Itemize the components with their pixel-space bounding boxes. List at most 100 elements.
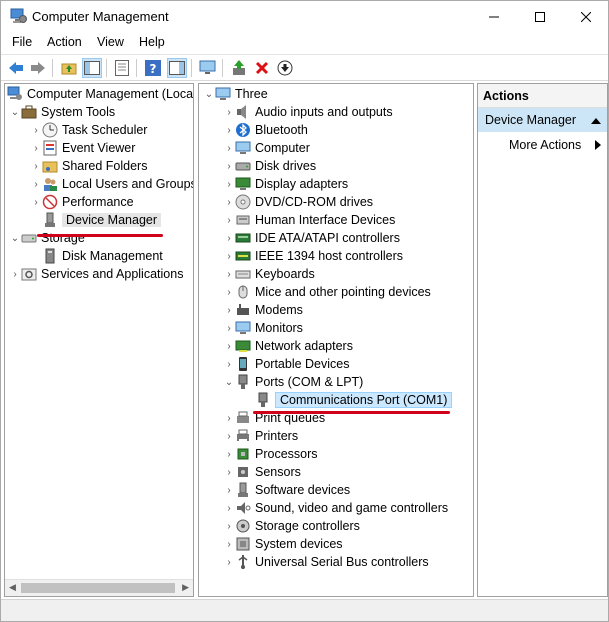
chevron-right-icon[interactable]: › (30, 139, 42, 157)
chevron-right-icon[interactable]: › (223, 265, 235, 283)
horizontal-scrollbar[interactable]: ◀ ▶ (5, 579, 193, 596)
forward-button[interactable] (28, 58, 48, 78)
tree-item-storage[interactable]: ⌄ Storage (9, 229, 85, 247)
tree-item-event-viewer[interactable]: › Event Viewer (30, 139, 135, 157)
show-hide-action-pane-button[interactable] (167, 58, 187, 78)
chevron-right-icon[interactable]: › (223, 499, 235, 517)
menu-help[interactable]: Help (139, 35, 165, 49)
chevron-right-icon[interactable]: › (9, 265, 21, 283)
device-category-17[interactable]: › Printers (223, 427, 298, 445)
update-driver-button[interactable] (229, 58, 249, 78)
chevron-right-icon[interactable]: › (223, 463, 235, 481)
chevron-right-icon[interactable]: › (223, 247, 235, 265)
chevron-right-icon[interactable]: › (223, 427, 235, 445)
chevron-right-icon[interactable]: › (223, 193, 235, 211)
actions-section-device-manager[interactable]: Device Manager (478, 108, 607, 132)
console-tree-panel: Computer Management (Local ⌄ System Tool… (4, 83, 194, 597)
properties-button[interactable] (112, 58, 132, 78)
device-category-2[interactable]: › Computer (223, 139, 310, 157)
device-category-10[interactable]: › Mice and other pointing devices (223, 283, 430, 301)
chevron-right-icon[interactable]: › (30, 193, 42, 211)
device-category-14[interactable]: › Portable Devices (223, 355, 350, 373)
scan-hardware-button[interactable] (198, 58, 218, 78)
disable-device-button[interactable] (275, 58, 295, 78)
device-category-8[interactable]: › IEEE 1394 host controllers (223, 247, 403, 265)
device-category-9[interactable]: › Keyboards (223, 265, 314, 283)
tree-item-services[interactable]: › Services and Applications (9, 265, 183, 283)
tree-item-shared-folders[interactable]: › Shared Folders (30, 157, 147, 175)
chevron-right-icon[interactable]: › (223, 409, 235, 427)
chevron-right-icon[interactable]: › (223, 139, 235, 157)
chevron-right-icon[interactable]: › (223, 103, 235, 121)
device-tree-root[interactable]: ⌄ Three (203, 85, 268, 103)
device-category-18[interactable]: › Processors (223, 445, 317, 463)
tree-label: Performance (62, 195, 134, 209)
device-category-23[interactable]: › System devices (223, 535, 342, 553)
scroll-right-icon[interactable]: ▶ (182, 582, 189, 593)
chevron-right-icon[interactable]: › (223, 229, 235, 247)
device-category-12[interactable]: › Monitors (223, 319, 303, 337)
device-category-19[interactable]: › Sensors (223, 463, 301, 481)
chevron-right-icon[interactable]: › (223, 157, 235, 175)
device-category-15[interactable]: ⌄ Ports (COM & LPT) (223, 373, 363, 391)
chevron-right-icon[interactable]: › (223, 481, 235, 499)
device-category-21[interactable]: › Sound, video and game controllers (223, 499, 448, 517)
tree-item-system-tools[interactable]: ⌄ System Tools (9, 103, 115, 121)
device-category-7[interactable]: › IDE ATA/ATAPI controllers (223, 229, 400, 247)
scroll-left-icon[interactable]: ◀ (9, 582, 16, 593)
chevron-right-icon[interactable]: › (223, 283, 235, 301)
chevron-right-icon[interactable]: › (223, 301, 235, 319)
chevron-right-icon[interactable]: › (223, 517, 235, 535)
chevron-right-icon[interactable]: › (30, 121, 42, 139)
chevron-right-icon[interactable]: › (223, 337, 235, 355)
chevron-right-icon[interactable]: › (223, 445, 235, 463)
device-category-1[interactable]: › Bluetooth (223, 121, 308, 139)
device-category-5[interactable]: › DVD/CD-ROM drives (223, 193, 373, 211)
chevron-right-icon[interactable]: › (223, 175, 235, 193)
tree-label: Portable Devices (255, 357, 350, 371)
chevron-down-icon[interactable]: ⌄ (9, 103, 21, 121)
chevron-right-icon[interactable]: › (223, 355, 235, 373)
chevron-right-icon[interactable]: › (223, 211, 235, 229)
chevron-right-icon[interactable]: › (30, 175, 42, 193)
device-com1-port[interactable]: Communications Port (COM1) (255, 391, 453, 409)
show-hide-console-tree-button[interactable] (82, 58, 102, 78)
scrollbar-thumb[interactable] (21, 583, 175, 593)
chevron-right-icon[interactable]: › (223, 121, 235, 139)
minimize-button[interactable] (471, 1, 517, 32)
chevron-right-icon[interactable]: › (223, 319, 235, 337)
device-category-11[interactable]: › Modems (223, 301, 303, 319)
device-category-20[interactable]: › Software devices (223, 481, 350, 499)
uninstall-device-button[interactable] (252, 58, 272, 78)
back-button[interactable] (6, 58, 26, 78)
device-category-0[interactable]: › Audio inputs and outputs (223, 103, 393, 121)
tree-item-device-manager[interactable]: Device Manager (42, 211, 162, 229)
help-button[interactable]: ? (143, 58, 163, 78)
chevron-down-icon[interactable]: ⌄ (203, 85, 215, 103)
up-one-level-button[interactable] (59, 58, 79, 78)
tree-item-performance[interactable]: › Performance (30, 193, 134, 211)
maximize-button[interactable] (517, 1, 563, 32)
menu-action[interactable]: Action (47, 35, 82, 49)
tree-item-local-users[interactable]: › Local Users and Groups (30, 175, 193, 193)
device-category-13[interactable]: › Network adapters (223, 337, 353, 355)
chevron-right-icon[interactable]: › (30, 157, 42, 175)
chevron-right-icon[interactable]: › (223, 535, 235, 553)
chevron-right-icon[interactable]: › (223, 553, 235, 571)
device-category-24[interactable]: › Universal Serial Bus controllers (223, 553, 429, 571)
tree-item-disk-management[interactable]: Disk Management (42, 247, 163, 265)
device-category-4[interactable]: › Display adapters (223, 175, 348, 193)
more-actions-link[interactable]: More Actions (509, 138, 601, 152)
chevron-down-icon[interactable]: ⌄ (223, 373, 235, 391)
device-category-22[interactable]: › Storage controllers (223, 517, 360, 535)
close-button[interactable] (563, 1, 609, 32)
menu-view[interactable]: View (97, 35, 124, 49)
tree-item-task-scheduler[interactable]: › Task Scheduler (30, 121, 147, 139)
device-category-3[interactable]: › Disk drives (223, 157, 316, 175)
chevron-down-icon[interactable]: ⌄ (9, 229, 21, 247)
display-adapter-icon (235, 177, 251, 190)
menu-file[interactable]: File (12, 35, 32, 49)
tree-label: Communications Port (COM1) (275, 392, 453, 408)
device-category-6[interactable]: › Human Interface Devices (223, 211, 395, 229)
tree-item-computer-management[interactable]: Computer Management (Local (7, 85, 193, 103)
